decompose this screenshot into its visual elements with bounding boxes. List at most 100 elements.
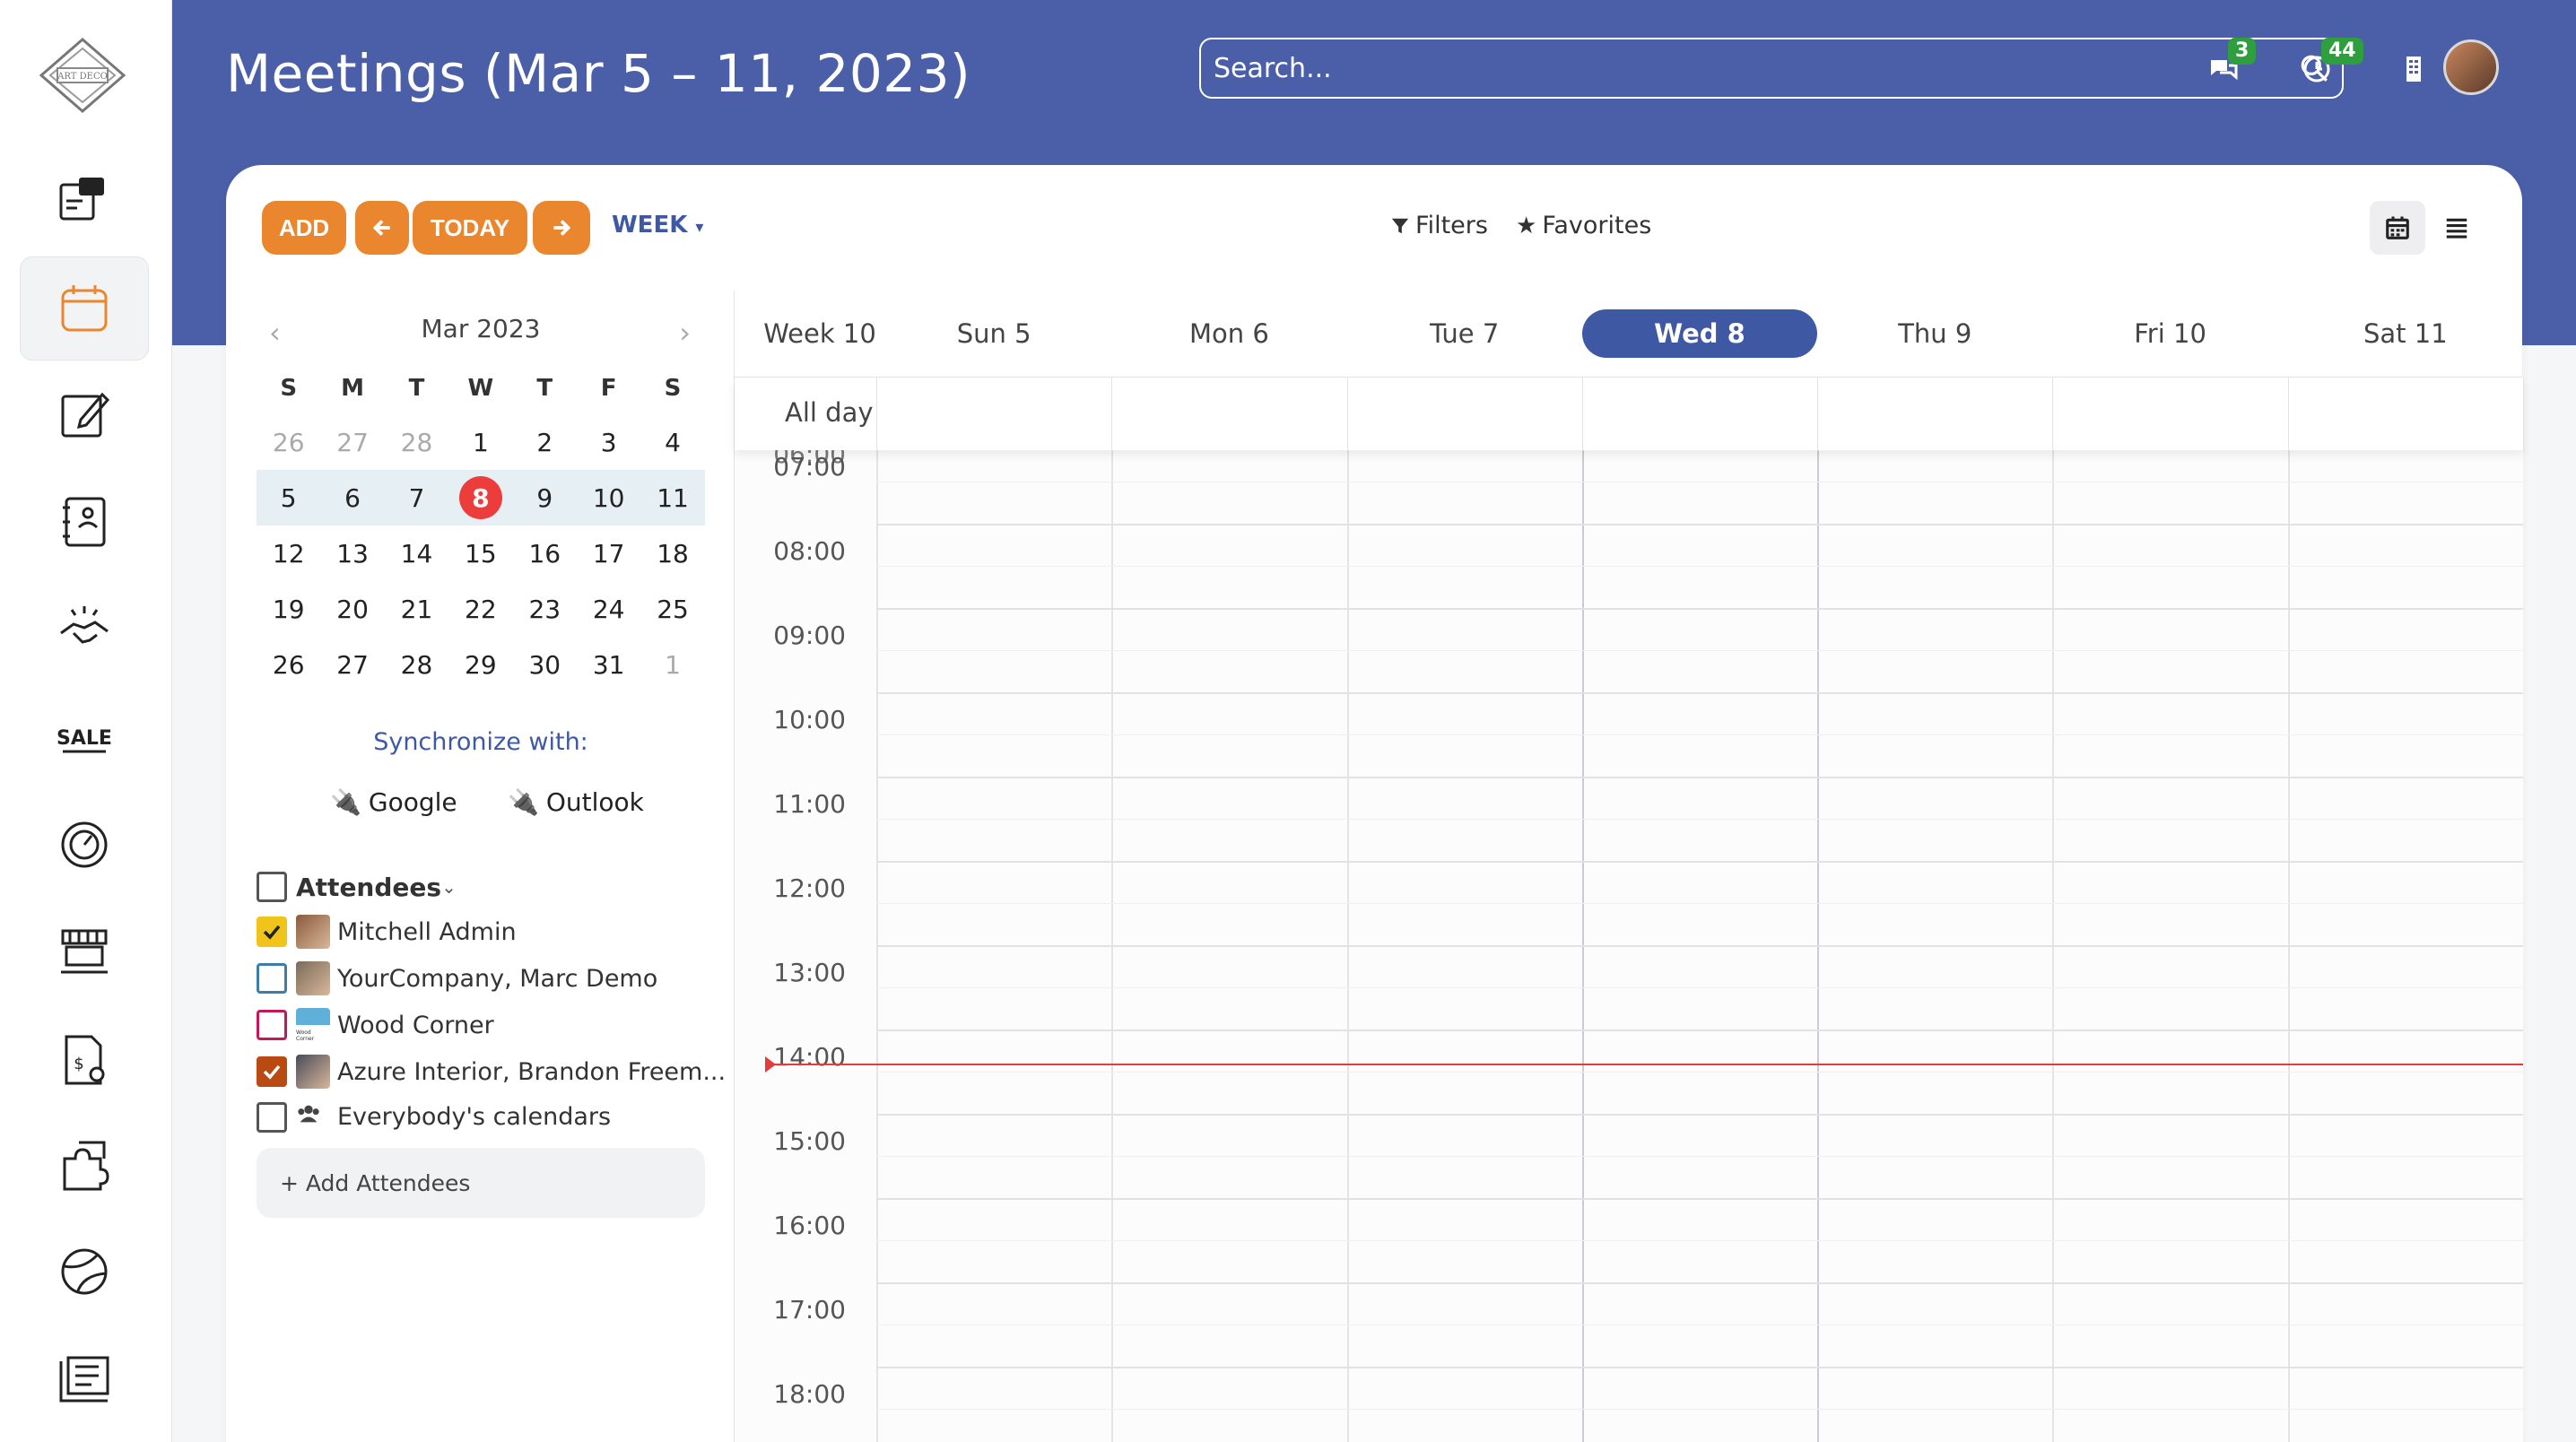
mini-calendar-day[interactable]: 20	[320, 581, 384, 637]
nav-dashboard-gauge-icon[interactable]	[20, 793, 149, 897]
day-header[interactable]: Thu 9	[1817, 291, 2052, 377]
attendee-checkbox[interactable]	[257, 1010, 287, 1040]
nav-sales-icon[interactable]: SALE	[20, 685, 149, 789]
mini-calendar-day[interactable]: 17	[577, 526, 640, 581]
nav-invoicing-icon[interactable]: $	[20, 1008, 149, 1112]
company-logo[interactable]: ART DECO	[39, 38, 126, 113]
add-button[interactable]: ADD	[262, 201, 346, 255]
mini-calendar-day[interactable]: 27	[320, 414, 384, 470]
all-day-row: All day	[735, 377, 2524, 451]
mini-calendar-day[interactable]: 28	[385, 414, 448, 470]
add-attendees-button[interactable]: + Add Attendees	[257, 1148, 705, 1218]
mini-calendar-day[interactable]: 9	[512, 470, 577, 526]
day-header[interactable]: Wed 8	[1581, 291, 1817, 377]
attendee-item[interactable]: YourCompany, Marc Demo	[257, 961, 657, 995]
mini-calendar-day[interactable]: 16	[513, 526, 577, 581]
attendee-avatar	[296, 915, 330, 949]
mini-calendar-day[interactable]: 28	[385, 637, 448, 692]
mini-calendar-day[interactable]: 8	[448, 470, 513, 526]
mini-calendar-day[interactable]: 18	[640, 526, 704, 581]
search-box[interactable]	[1199, 38, 2344, 99]
day-header[interactable]: Sat 11	[2288, 291, 2523, 377]
mini-calendar-day[interactable]: 3	[577, 414, 640, 470]
mini-calendar-day[interactable]: 19	[257, 581, 320, 637]
mini-calendar-day[interactable]: 24	[577, 581, 640, 637]
attendee-checkbox[interactable]	[257, 963, 287, 994]
time-label: 09:00	[773, 621, 846, 650]
attendee-item[interactable]: Wood Corner Wood Corner	[257, 1008, 494, 1042]
mini-calendar-day[interactable]: 25	[640, 581, 704, 637]
mini-calendar-day[interactable]: 26	[257, 414, 320, 470]
mini-calendar-day[interactable]: 22	[448, 581, 512, 637]
mini-calendar-day[interactable]: 23	[513, 581, 577, 637]
company-switcher-button[interactable]	[2391, 47, 2436, 91]
time-label: 16:00	[773, 1211, 846, 1240]
sync-google-label: Google	[368, 787, 457, 817]
nav-apps-puzzle-icon[interactable]	[20, 1114, 149, 1218]
attendee-checkbox[interactable]	[257, 1056, 287, 1087]
favorites-button[interactable]: ★ Favorites	[1516, 212, 1651, 239]
mini-calendar-day[interactable]: 30	[513, 637, 577, 692]
day-header[interactable]: Fri 10	[2052, 291, 2287, 377]
mini-calendar-day[interactable]: 15	[448, 526, 512, 581]
mini-calendar-day[interactable]: 5	[257, 470, 321, 526]
messages-button[interactable]: 3	[2201, 38, 2257, 91]
nav-knowledge-icon[interactable]	[20, 1327, 149, 1431]
nav-crm-handshake-icon[interactable]	[20, 578, 149, 682]
calendar-view-toggle[interactable]	[2370, 201, 2425, 255]
user-avatar[interactable]	[2443, 39, 2499, 95]
mini-calendar-day[interactable]: 2	[513, 414, 577, 470]
chevron-right-icon[interactable]: ›	[679, 316, 691, 350]
mini-calendar-day[interactable]: 12	[257, 526, 320, 581]
time-label: 17:00	[773, 1295, 846, 1325]
mini-calendar-day[interactable]: 6	[320, 470, 385, 526]
mini-calendar-day[interactable]: 10	[576, 470, 641, 526]
mini-calendar-day[interactable]: 27	[320, 637, 384, 692]
attendee-name: Azure Interior, Brandon Freem...	[337, 1057, 727, 1086]
time-label: 14:00	[773, 1042, 846, 1072]
list-view-toggle[interactable]	[2429, 201, 2485, 255]
mini-calendar-day[interactable]: 21	[385, 581, 448, 637]
time-grid[interactable]: 06:00 07:00 08:00 09:00 10:00 11:00 12:00 13:00…	[735, 450, 2523, 1442]
mini-calendar-day[interactable]: 1	[448, 414, 512, 470]
hour-line	[876, 1282, 2523, 1284]
search-input[interactable]	[1214, 52, 2299, 84]
time-label: 18:00	[773, 1379, 846, 1409]
nav-calendar-icon[interactable]	[20, 256, 149, 360]
nav-website-globe-icon[interactable]	[20, 1220, 149, 1324]
nav-contacts-icon[interactable]	[20, 470, 149, 574]
previous-button[interactable]	[355, 201, 409, 255]
attendee-item[interactable]: Azure Interior, Brandon Freem...	[257, 1055, 726, 1089]
mini-calendar-day[interactable]: 7	[384, 470, 449, 526]
attendees-header[interactable]: Attendees ⌄	[257, 872, 457, 902]
chevron-down-icon[interactable]: ⌄	[441, 876, 457, 898]
attendee-checkbox[interactable]	[257, 916, 287, 947]
attendee-item[interactable]: Mitchell Admin	[257, 915, 517, 949]
day-header[interactable]: Mon 6	[1111, 291, 1346, 377]
day-header[interactable]: Sun 5	[876, 291, 1111, 377]
next-button[interactable]	[533, 201, 590, 255]
mini-calendar-day[interactable]: 4	[640, 414, 704, 470]
filters-button[interactable]: Filters	[1390, 212, 1488, 239]
activities-button[interactable]: 44	[2294, 38, 2363, 91]
attendee-item[interactable]: Everybody's calendars	[257, 1101, 611, 1133]
attendee-checkbox[interactable]	[257, 1101, 287, 1133]
mini-calendar-day[interactable]: 14	[385, 526, 448, 581]
mini-calendar-day[interactable]: 11	[640, 470, 705, 526]
day-header[interactable]: Tue 7	[1347, 291, 1582, 377]
mini-calendar-day[interactable]: 13	[320, 526, 384, 581]
time-label: 08:00	[773, 536, 846, 566]
mini-calendar-day[interactable]: 31	[577, 637, 640, 692]
attendees-select-all-checkbox[interactable]	[257, 872, 287, 902]
nav-notes-icon[interactable]	[20, 362, 149, 466]
mini-calendar-day[interactable]: 1	[640, 637, 704, 692]
mini-calendar-day[interactable]: 29	[448, 637, 512, 692]
grid-divider	[2523, 378, 2524, 451]
view-scale-dropdown[interactable]: WEEK ▾	[612, 212, 703, 239]
mini-calendar-day[interactable]: 26	[257, 637, 320, 692]
sync-outlook-button[interactable]: 🔌 Outlook	[508, 787, 644, 817]
sync-google-button[interactable]: 🔌 Google	[330, 787, 457, 817]
nav-point-of-sale-icon[interactable]	[20, 900, 149, 1004]
today-button[interactable]: TODAY	[413, 201, 527, 255]
nav-discuss-icon[interactable]	[20, 149, 149, 253]
